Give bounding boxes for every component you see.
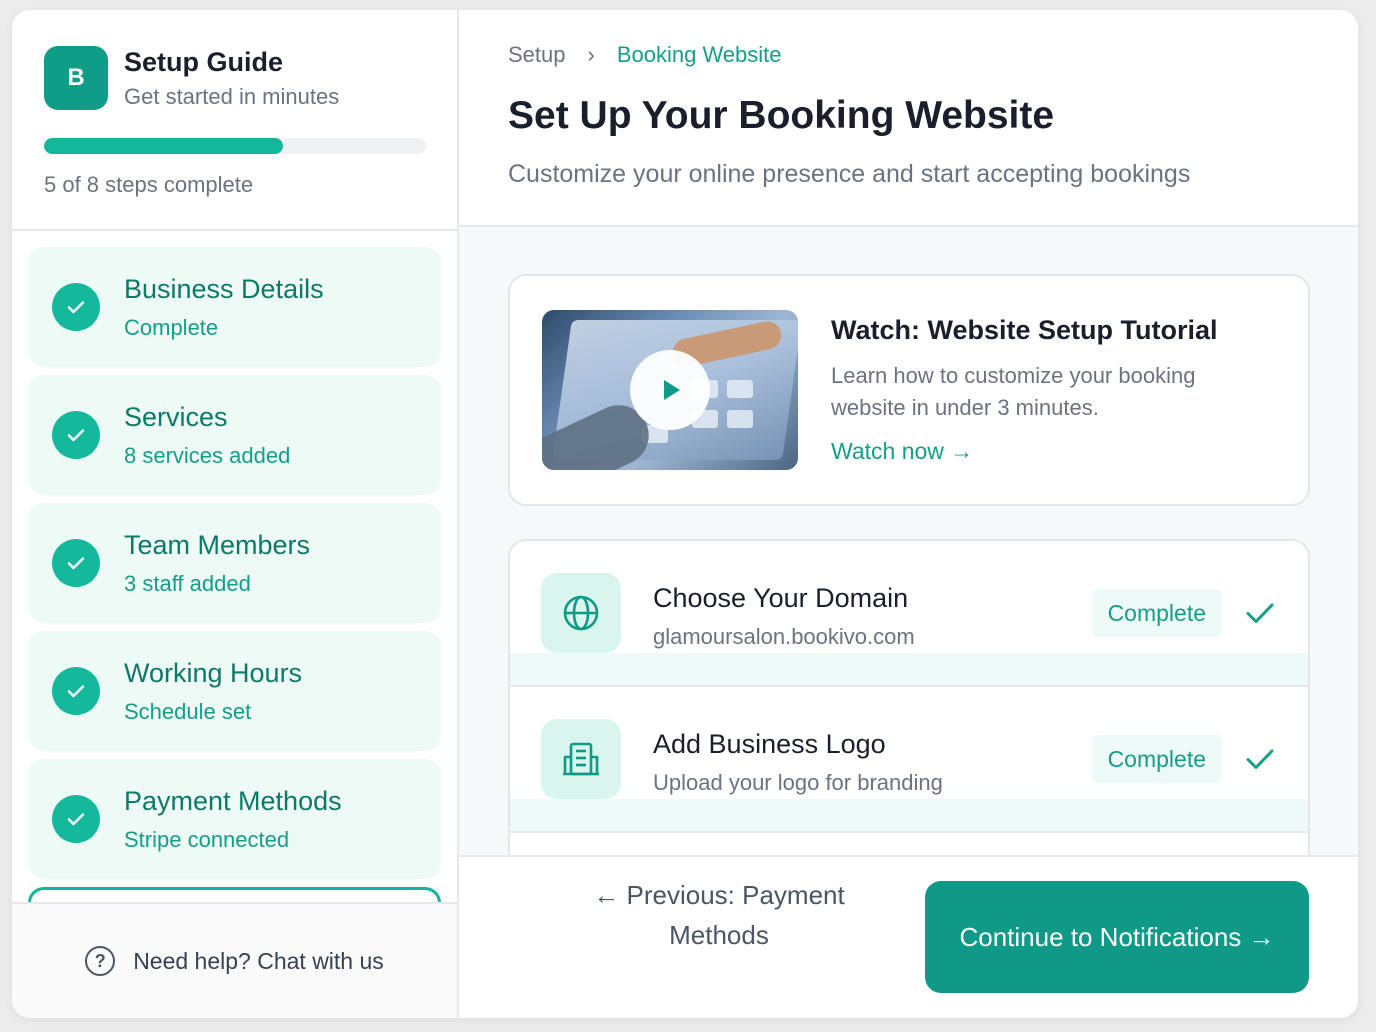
setup-window: B Setup Guide Get started in minutes 5 o… bbox=[12, 10, 1358, 1018]
video-title: Watch: Website Setup Tutorial bbox=[831, 315, 1218, 345]
help-text: Need help? Chat with us bbox=[133, 947, 384, 974]
progress-bar bbox=[44, 138, 426, 154]
task-subtitle: glamoursalon.bookivo.com bbox=[653, 624, 915, 649]
step-title: Working Hours bbox=[124, 657, 303, 688]
step-text: Team Members 3 staff added bbox=[124, 530, 310, 597]
task-choose-domain[interactable]: Choose Your Domain glamoursalon.bookivo.… bbox=[510, 541, 1308, 687]
step-title: Business Details bbox=[124, 273, 324, 304]
task-add-logo[interactable]: Add Business Logo Upload your logo for b… bbox=[510, 687, 1308, 833]
question-circle-icon: ? bbox=[85, 946, 116, 976]
task-text: Add Business Logo Upload your logo for b… bbox=[653, 729, 943, 796]
step-title: Team Members bbox=[124, 529, 311, 560]
main-panel: Setup › Booking Website Set Up Your Book… bbox=[459, 10, 1358, 1018]
breadcrumb: Setup › Booking Website bbox=[508, 42, 1358, 68]
thumbnail-tile bbox=[727, 380, 753, 398]
page-subtitle: Customize your online presence and start… bbox=[508, 160, 1191, 188]
page-title: Set Up Your Booking Website bbox=[508, 94, 1055, 137]
step-booking-website-active[interactable] bbox=[28, 887, 441, 902]
task-list: Choose Your Domain glamoursalon.bookivo.… bbox=[508, 539, 1310, 875]
breadcrumb-current: Booking Website bbox=[616, 42, 782, 67]
step-text: Services 8 services added bbox=[124, 402, 290, 469]
step-status: Schedule set bbox=[124, 698, 252, 724]
video-text: Watch: Website Setup Tutorial Learn how … bbox=[831, 315, 1271, 465]
step-list: Business Details Complete Services 8 ser… bbox=[12, 231, 457, 902]
step-title: Services bbox=[124, 401, 228, 432]
check-circle-icon bbox=[52, 667, 100, 715]
step-status: Complete bbox=[124, 314, 219, 340]
check-circle-icon bbox=[52, 411, 100, 459]
step-business-details[interactable]: Business Details Complete bbox=[28, 247, 441, 367]
check-circle-icon bbox=[52, 539, 100, 587]
sidebar: B Setup Guide Get started in minutes 5 o… bbox=[12, 10, 459, 1018]
sidebar-title: Setup Guide bbox=[124, 46, 284, 77]
step-status: 8 services added bbox=[124, 442, 291, 468]
step-working-hours[interactable]: Working Hours Schedule set bbox=[28, 631, 441, 751]
status-badge: Complete bbox=[1091, 735, 1222, 783]
task-text: Choose Your Domain glamoursalon.bookivo.… bbox=[653, 583, 915, 650]
continue-button[interactable]: Continue to Notifications → bbox=[925, 881, 1309, 993]
brand-row: B Setup Guide Get started in minutes bbox=[44, 46, 425, 110]
step-text: Business Details Complete bbox=[124, 274, 324, 341]
task-status: Complete bbox=[1091, 589, 1278, 637]
thumbnail-tile bbox=[727, 410, 753, 428]
globe-icon bbox=[541, 573, 621, 653]
previous-button[interactable]: ← Previous: Payment Methods bbox=[569, 875, 869, 955]
step-payment-methods[interactable]: Payment Methods Stripe connected bbox=[28, 759, 441, 879]
brand-text: Setup Guide Get started in minutes bbox=[124, 47, 339, 110]
check-circle-icon bbox=[52, 795, 100, 843]
video-card: Watch: Website Setup Tutorial Learn how … bbox=[508, 274, 1310, 506]
task-status: Complete bbox=[1091, 735, 1278, 783]
watch-now-link[interactable]: Watch now → bbox=[831, 438, 1271, 465]
task-title: Choose Your Domain bbox=[653, 583, 909, 613]
sidebar-header: B Setup Guide Get started in minutes 5 o… bbox=[12, 10, 457, 231]
step-team-members[interactable]: Team Members 3 staff added bbox=[28, 503, 441, 623]
step-text: Payment Methods Stripe connected bbox=[124, 786, 342, 853]
sidebar-subtitle: Get started in minutes bbox=[124, 83, 340, 109]
step-services[interactable]: Services 8 services added bbox=[28, 375, 441, 495]
building-icon bbox=[541, 719, 621, 799]
help-chat-link[interactable]: ? Need help? Chat with us bbox=[12, 902, 457, 1018]
checkmark-icon bbox=[1246, 749, 1274, 769]
chevron-right-icon: › bbox=[587, 42, 595, 67]
video-thumbnail[interactable] bbox=[542, 310, 798, 470]
step-text: Working Hours Schedule set bbox=[124, 658, 302, 725]
task-subtitle: Upload your logo for branding bbox=[653, 770, 943, 795]
check-circle-icon bbox=[52, 283, 100, 331]
checkmark-icon bbox=[1246, 603, 1274, 623]
task-band bbox=[510, 799, 1308, 831]
progress-label: 5 of 8 steps complete bbox=[44, 172, 254, 197]
step-title: Payment Methods bbox=[124, 785, 342, 816]
step-status: Stripe connected bbox=[124, 826, 290, 852]
footer-nav: ← Previous: Payment Methods Continue to … bbox=[459, 855, 1358, 1018]
task-band bbox=[510, 653, 1308, 685]
progress-bar-fill bbox=[44, 138, 283, 154]
app-logo: B bbox=[44, 46, 108, 110]
play-icon[interactable] bbox=[630, 350, 710, 430]
main-header: Setup › Booking Website Set Up Your Book… bbox=[459, 10, 1358, 227]
video-description: Learn how to customize your booking webs… bbox=[831, 363, 1196, 420]
task-title: Add Business Logo bbox=[653, 729, 886, 759]
step-status: 3 staff added bbox=[124, 570, 251, 596]
breadcrumb-setup[interactable]: Setup bbox=[508, 42, 566, 68]
status-badge: Complete bbox=[1091, 589, 1222, 637]
